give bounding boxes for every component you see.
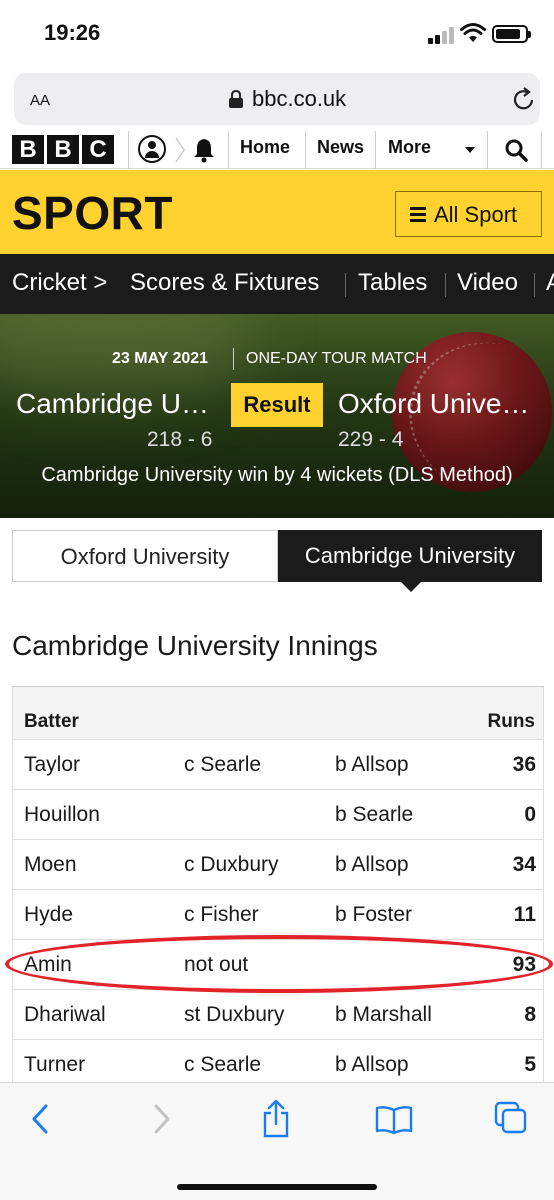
table-row[interactable]: Dhariwal st Duxbury b Marshall 8 (13, 990, 543, 1040)
bowler: b Allsop (335, 853, 409, 876)
batter-name: Moen (24, 853, 77, 876)
back-icon[interactable] (30, 1103, 52, 1135)
tab-oxford-university[interactable]: Oxford University (12, 530, 278, 582)
forward-icon[interactable] (150, 1103, 172, 1135)
menu-icon (410, 207, 426, 222)
batter-name: Houillon (24, 803, 100, 826)
bowler: b Allsop (335, 753, 409, 776)
batter-name: Turner (24, 1053, 86, 1076)
share-icon[interactable] (260, 1099, 292, 1139)
away-team-score: 229 - 4 (338, 428, 404, 451)
account-icon[interactable] (138, 135, 166, 163)
match-summary: Cambridge University win by 4 wickets (D… (41, 464, 513, 486)
bowler: b Allsop (335, 1053, 409, 1076)
batting-scorecard: Batter Runs Taylor c Searle b Allsop 36 … (12, 686, 544, 1090)
innings-title: Cambridge University Innings (12, 630, 378, 661)
column-header-runs: Runs (487, 711, 536, 732)
runs: 11 (513, 903, 536, 926)
dismissal: st Duxbury (184, 1003, 285, 1026)
column-header-batter: Batter (24, 711, 79, 732)
cricket-subnav: Cricket > Scores & Fixtures Tables Video… (0, 254, 554, 314)
team-tabs: Oxford University Cambridge University (12, 530, 542, 592)
lock-icon (229, 89, 243, 108)
bookmarks-icon[interactable] (375, 1105, 413, 1135)
status-time: 19:26 (44, 20, 101, 45)
all-sport-button[interactable]: All Sport (395, 191, 542, 237)
subnav-item-video[interactable]: Video (457, 269, 518, 297)
tabs-icon[interactable] (494, 1101, 528, 1135)
home-team-score: 218 - 6 (147, 428, 213, 451)
away-team-name: Oxford Unive… (338, 388, 530, 419)
subnav-item-tables[interactable]: Tables (358, 269, 427, 297)
table-row[interactable]: Houillon b Searle 0 (13, 790, 543, 840)
subnav-item-truncated[interactable]: A (546, 269, 554, 297)
result-badge: Result (231, 383, 323, 427)
dismissal: c Duxbury (184, 853, 279, 876)
chevron-divider-icon (175, 137, 185, 163)
dismissal: c Fisher (184, 903, 259, 926)
bbc-logo[interactable]: B B C (12, 135, 114, 164)
dismissal: c Searle (184, 1053, 262, 1076)
sport-header: SPORT All Sport (0, 170, 554, 254)
batter-name: Dhariwal (24, 1003, 106, 1026)
subnav-item-scores-fixtures[interactable]: Scores & Fixtures (130, 269, 319, 297)
browser-toolbar (0, 1082, 554, 1200)
dismissal: c Searle (184, 753, 262, 776)
match-date: 23 MAY 2021 (112, 350, 209, 367)
table-row[interactable]: Taylor c Searle b Allsop 36 (13, 740, 543, 790)
bowler: b Foster (335, 903, 413, 926)
chevron-down-icon[interactable] (465, 147, 475, 153)
runs: 34 (512, 853, 536, 876)
runs: 5 (524, 1053, 536, 1076)
runs: 36 (512, 753, 536, 776)
bowler: b Marshall (335, 1003, 432, 1026)
bowler: b Searle (335, 803, 414, 826)
batter-name: Taylor (24, 753, 81, 776)
match-type: ONE-DAY TOUR MATCH (246, 350, 427, 367)
reload-icon[interactable] (512, 86, 536, 112)
nav-link-home[interactable]: Home (240, 137, 290, 158)
cellular-signal-icon (428, 26, 456, 44)
home-team-name: Cambridge U… (16, 388, 209, 419)
match-header: 23 MAY 2021 ONE-DAY TOUR MATCH Cambridge… (0, 314, 554, 518)
text-size-button[interactable]: AA (30, 85, 50, 111)
nav-link-news[interactable]: News (317, 137, 364, 158)
notifications-bell-icon[interactable] (191, 137, 217, 163)
sport-title[interactable]: SPORT (12, 186, 173, 240)
url-text[interactable]: bbc.co.uk (252, 86, 346, 112)
runs: 8 (524, 1003, 536, 1026)
table-row[interactable]: Hyde c Fisher b Foster 11 (13, 890, 543, 940)
battery-icon (492, 25, 531, 43)
tab-cambridge-university[interactable]: Cambridge University (278, 530, 542, 592)
highlight-circle-annotation (5, 935, 553, 993)
wifi-icon (460, 23, 486, 42)
search-icon[interactable] (504, 138, 528, 162)
batter-name: Hyde (24, 903, 74, 926)
subnav-section-cricket[interactable]: Cricket > (12, 269, 107, 297)
address-bar[interactable]: AA bbc.co.uk (14, 73, 540, 125)
bbc-navigation: B B C Home News More (0, 131, 554, 169)
table-row[interactable]: Moen c Duxbury b Allsop 34 (13, 840, 543, 890)
home-indicator[interactable] (177, 1184, 377, 1190)
status-bar: 19:26 (0, 0, 554, 64)
runs: 0 (524, 803, 536, 826)
nav-link-more[interactable]: More (388, 137, 431, 158)
table-header: Batter Runs (13, 687, 543, 740)
